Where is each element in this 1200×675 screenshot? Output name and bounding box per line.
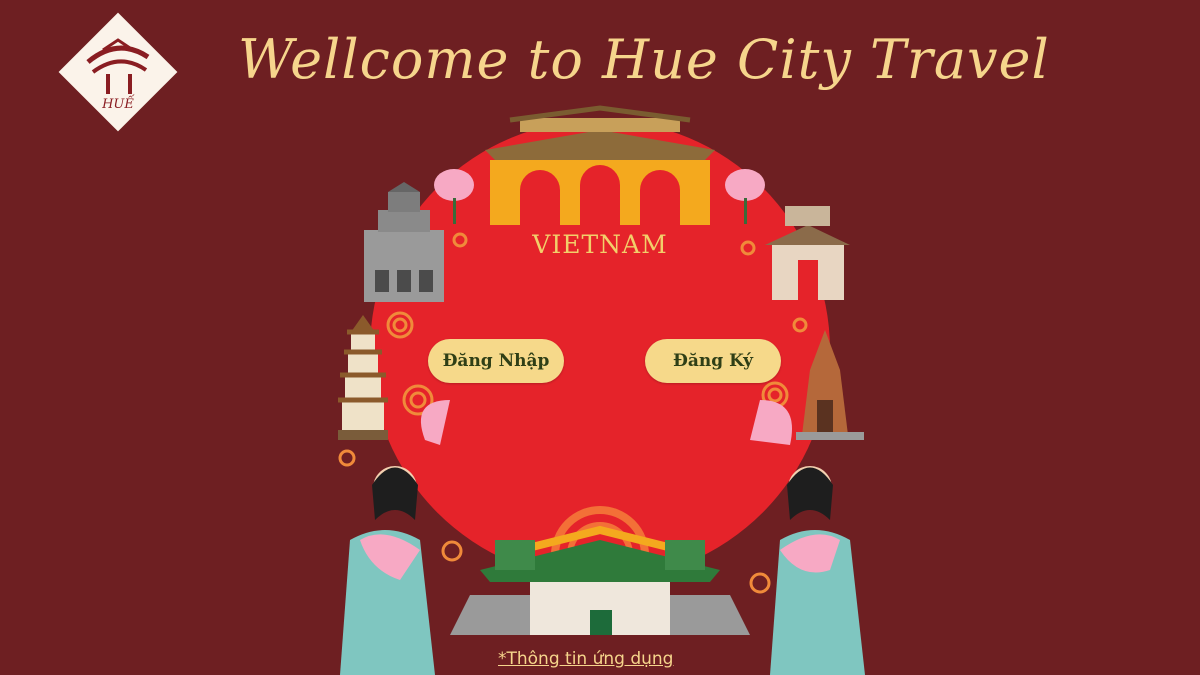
login-button[interactable]: Đăng Nhập [428,339,564,383]
svg-text:HUẾ: HUẾ [101,94,135,112]
hue-logo-icon: HUẾ [58,12,178,132]
app-info-link[interactable]: *Thông tin ứng dụng [498,649,673,669]
page-title: Wellcome to Hue City Travel [238,28,1050,91]
palace [450,525,750,635]
imperial-gate [485,105,715,225]
register-button[interactable]: Đăng Ký [645,339,781,383]
hue-logo: HUẾ [48,2,188,142]
hero-illustration [338,105,865,675]
